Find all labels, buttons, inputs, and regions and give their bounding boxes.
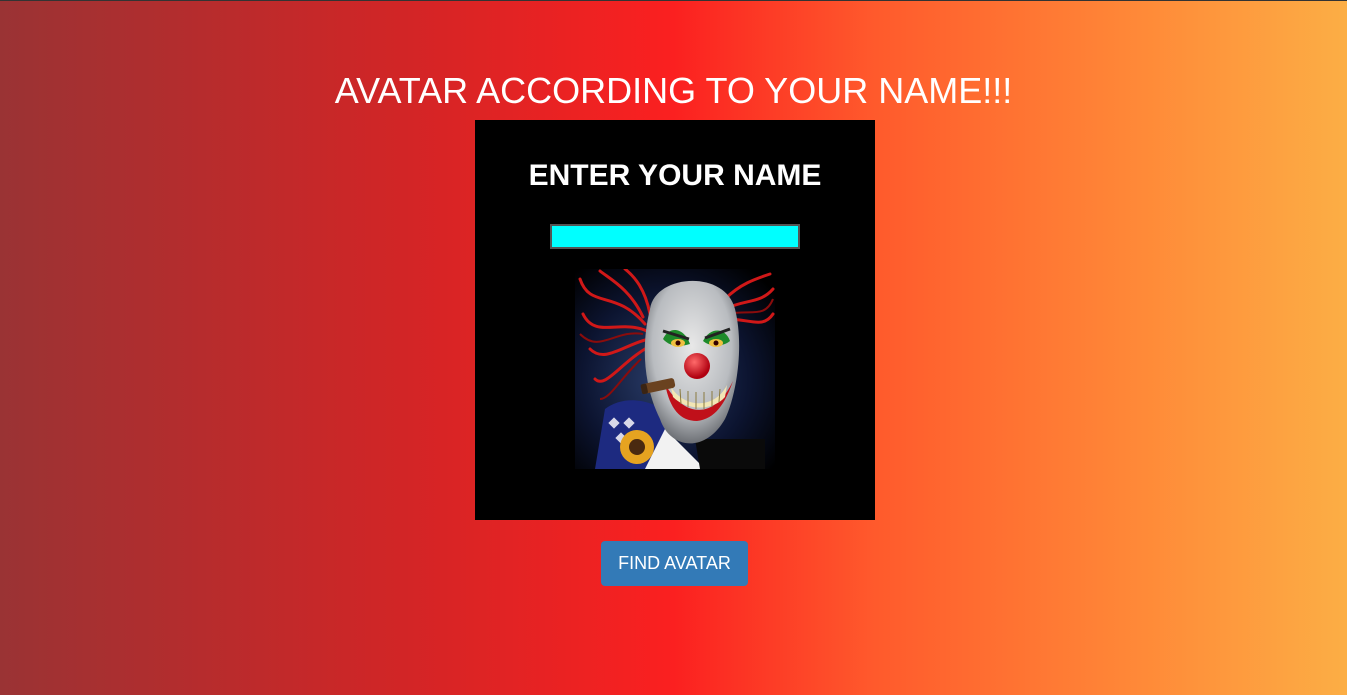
find-avatar-button[interactable]: FIND AVATAR <box>601 541 748 586</box>
name-input[interactable] <box>550 224 800 249</box>
avatar-card: ENTER YOUR NAME <box>475 120 875 520</box>
page-title: AVATAR ACCORDING TO YOUR NAME!!! <box>334 70 1013 111</box>
clown-avatar-image <box>575 269 775 469</box>
enter-name-label: ENTER YOUR NAME <box>528 159 822 192</box>
